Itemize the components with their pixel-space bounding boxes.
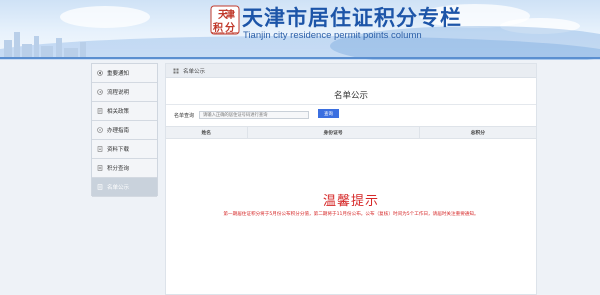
grid-icon [173,68,179,74]
sidebar-item-important-notice[interactable]: 重要通知 [92,64,157,83]
document-icon [97,108,103,114]
sidebar-item-download[interactable]: 资料下载 [92,140,157,159]
site-subtitle: Tianjin city residence permit points col… [243,30,422,41]
column-header-total-points: 总积分 [470,131,486,136]
sidebar-item-policy[interactable]: 相关政策 [92,102,157,121]
list-icon [97,184,103,190]
site-title: 天津市居住证积分专栏 [242,6,462,30]
search-input[interactable] [199,111,310,119]
breadcrumb: 名单公示 [166,64,536,78]
sidebar-item-label: 积分查询 [107,166,130,172]
guide-icon [97,127,103,133]
svg-text:津: 津 [225,8,235,21]
column-header-id-number: 身份证号 [248,127,420,138]
sidebar-item-list-publicity[interactable]: 名单公示 [92,178,157,197]
flow-icon [97,89,103,95]
search-doc-icon [97,165,103,171]
sidebar-nav: 重要通知 流程说明 相关政策 办理指南 资料下载 积分查询 名单公示 [91,63,158,197]
notice-title: 温馨提示 [322,194,379,209]
sidebar-item-process[interactable]: 流程说明 [92,83,157,102]
city-skyline-graphic [4,32,86,58]
column-header-name: 姓名 [166,127,248,138]
sidebar-item-label: 重要通知 [107,71,130,77]
megaphone-icon [97,70,103,76]
logo-caption: TIANJIN POINTS [211,31,239,35]
sidebar-item-label: 资料下载 [107,147,130,153]
search-label: 名单查询 [174,112,195,119]
sidebar-item-label: 办理指南 [107,128,130,134]
page-title: 名单公示 [333,91,368,101]
header-banner: 天 津 积 分 TIANJIN POINTS 天津市居住证积分专栏 Tianji… [0,0,600,60]
search-row: 名单查询 [174,110,310,120]
table-header: 姓名 身份证号 总积分 [166,126,536,139]
sidebar-item-label: 流程说明 [107,90,130,96]
download-icon [97,146,103,152]
breadcrumb-label: 名单公示 [183,68,206,75]
search-button[interactable]: 查询 [318,109,339,118]
sidebar-item-label: 相关政策 [107,109,130,115]
sidebar-item-label: 名单公示 [107,185,130,191]
main-panel: 名单公示 名单公示 名单查询 查询 姓名 身份证号 总积分 温馨提示 第一期居住… [165,63,537,295]
sidebar-item-points-query[interactable]: 积分查询 [92,159,157,178]
sidebar-item-guide[interactable]: 办理指南 [92,121,157,140]
notice-text: 第一期居住证积分将于5月份公布积分分值，第二期将于11月份公布。公布（复核）时间… [223,212,479,217]
